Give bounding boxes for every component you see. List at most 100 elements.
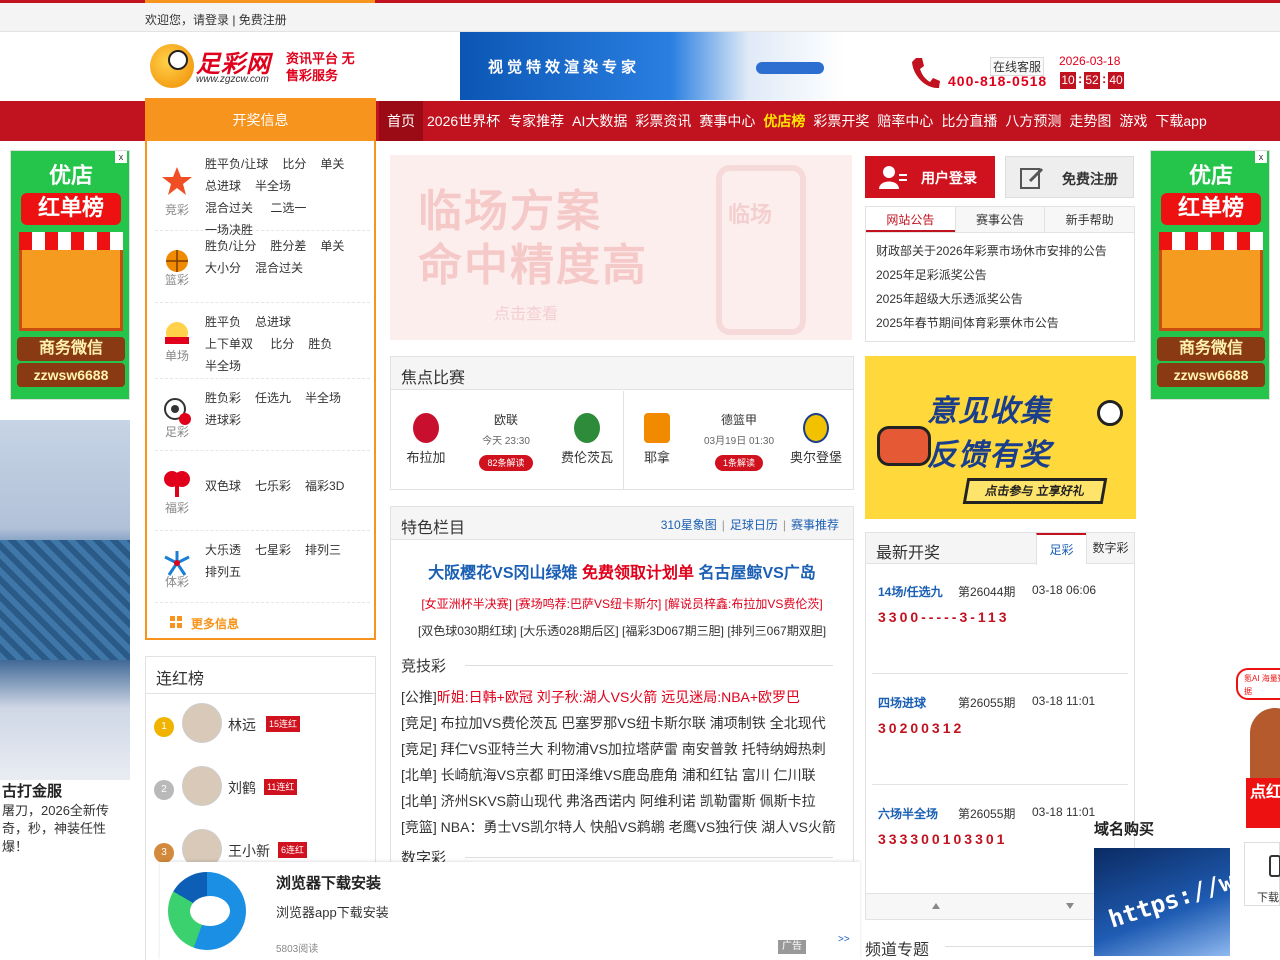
lottery-link[interactable]: 混合过关 [205, 197, 253, 219]
ad-title[interactable]: 浏览器下载安装 [276, 872, 381, 893]
headline-part[interactable]: 大阪樱花VS冈山绿雉 [428, 565, 577, 582]
feature-link-row[interactable]: [双色球030期红球] [大乐透028期后区] [福彩3D067期三胆] [排列… [391, 622, 853, 639]
away-team[interactable]: 费伦茨瓦 [561, 391, 613, 466]
away-team[interactable]: 奥尔登堡 [788, 391, 844, 466]
lottery-link[interactable]: 半全场 [255, 175, 291, 197]
lottery-link[interactable]: 胜平负/让球 [205, 153, 268, 175]
notice-item[interactable]: 2025年春节期间体育彩票休市公告 [876, 311, 1107, 335]
close-icon[interactable]: x [115, 151, 127, 163]
feed-row[interactable]: [竞足] 布拉加VS费伦茨瓦 巴塞罗那VS纽卡斯尔联 浦项制铁 全北现代 [401, 713, 826, 733]
quick-link[interactable]: 310星象图 [661, 518, 717, 532]
nav-download-app[interactable]: 下载app [1151, 101, 1210, 141]
feed-text[interactable]: 长崎航海VS京都 町田泽维VS鹿岛鹿角 浦和红钻 富川 仁川联 [441, 767, 816, 783]
headline-part[interactable]: 名古屋鲸VS广岛 [698, 565, 815, 582]
lottery-link[interactable]: 大乐透 [205, 539, 241, 561]
game-ad-image[interactable] [0, 420, 130, 780]
lottery-link[interactable]: 单关 [320, 153, 344, 175]
browser-download-ad[interactable]: 浏览器下载安装 浏览器app下载安装 5803阅读 广告 >> [160, 862, 860, 960]
lottery-link[interactable]: 七乐彩 [255, 475, 291, 497]
expert-name[interactable]: 王小新 [228, 841, 270, 861]
nav-events[interactable]: 赛事中心 [695, 101, 759, 141]
feed-row[interactable]: [北单] 济州SKVS蔚山现代 弗洛西诺内 阿维利诺 凯勒雷斯 佩斯卡拉 [401, 791, 816, 811]
feature-link-row[interactable]: [女亚洲杯半决赛] [赛场鸣荐:巴萨VS纽卡斯尔] [解说员梓鑫:布拉加VS费伦… [391, 595, 853, 612]
lottery-link[interactable]: 混合过关 [255, 257, 303, 279]
nav-draws[interactable]: 彩票开奖 [809, 101, 873, 141]
avatar[interactable] [182, 766, 222, 806]
feed-row[interactable]: [竞篮] NBA：勇士VS凯尔特人 快船VS鹈鹕 老鹰VS独行侠 湖人VS火箭 [401, 817, 836, 837]
home-team[interactable]: 布拉加 [401, 391, 451, 466]
lottery-info-tab[interactable]: 开奖信息 [145, 98, 376, 141]
lottery-link[interactable]: 二选一 [270, 197, 306, 219]
domain-ad-image[interactable]: https://ww [1094, 848, 1251, 956]
lottery-link[interactable]: 比分 [282, 153, 306, 175]
lottery-link[interactable]: 七星彩 [255, 539, 291, 561]
nav-expert[interactable]: 专家推荐 [504, 101, 568, 141]
tab-site-notice[interactable]: 网站公告 [866, 207, 955, 232]
nav-shop-rank[interactable]: 优店榜 [759, 101, 809, 141]
draw-name[interactable]: 四场进球 [878, 694, 926, 711]
lottery-link[interactable]: 胜负 [308, 333, 332, 355]
headline-part[interactable]: 免费领取计划单 [582, 565, 694, 582]
lottery-link[interactable]: 上下单双 [205, 333, 253, 355]
lottery-link[interactable]: 半全场 [205, 355, 241, 377]
download-float-tab[interactable]: 下载 [1244, 842, 1280, 906]
nav-home[interactable]: 首页 [379, 101, 423, 141]
lottery-link[interactable]: 任选九 [255, 387, 291, 409]
left-side-ad[interactable]: 优店 红单榜 商务微信 zzwsw6688 x [10, 150, 130, 400]
right-side-ad[interactable]: 优店 红单榜 商务微信 zzwsw6688 x [1150, 150, 1270, 400]
lottery-link[interactable]: 总进球 [205, 175, 241, 197]
nav-prediction[interactable]: 八方预测 [1001, 101, 1065, 141]
nav-games[interactable]: 游戏 [1115, 101, 1151, 141]
analysis-button[interactable]: 1条解读 [714, 455, 763, 471]
analysis-button[interactable]: 82条解读 [479, 455, 533, 471]
draw-name[interactable]: 14场/任选九 [878, 583, 943, 600]
lottery-link[interactable]: 胜负/让分 [205, 235, 256, 257]
domain-ad-title[interactable]: 域名购买 [1094, 818, 1154, 839]
feedback-survey-banner[interactable]: 意见收集 反馈有奖 点击参与 立享好礼 [865, 356, 1136, 519]
lottery-link[interactable]: 半全场 [305, 387, 341, 409]
lottery-link[interactable]: 福彩3D [305, 475, 344, 497]
lottery-link[interactable]: 比分 [270, 333, 294, 355]
more-info-link[interactable]: 更多信息 [191, 615, 239, 632]
notice-item[interactable]: 2025年足彩派奖公告 [876, 263, 1107, 287]
hero-promo-banner[interactable]: 临场方案 命中精度高 点击查看 临场 [390, 155, 852, 340]
register-button[interactable]: 免费注册 [1005, 156, 1134, 198]
avatar[interactable] [182, 703, 222, 743]
lottery-link[interactable]: 胜负彩 [205, 387, 241, 409]
close-icon[interactable]: x [1255, 151, 1267, 163]
feed-text[interactable]: 布拉加VS费伦茨瓦 巴塞罗那VS纽卡斯尔联 浦项制铁 全北现代 [441, 715, 826, 731]
arrow-down-icon[interactable] [1066, 903, 1074, 909]
tab-event-notice[interactable]: 赛事公告 [954, 207, 1045, 232]
draw-name[interactable]: 六场半全场 [878, 805, 938, 822]
lottery-link[interactable]: 总进球 [255, 311, 291, 333]
lottery-link[interactable]: 大小分 [205, 257, 241, 279]
lottery-link[interactable]: 排列三 [305, 539, 341, 561]
site-logo[interactable]: 足彩网 www.zgzcw.com 资讯平台 无售彩服务 [150, 42, 355, 92]
tab-football-lottery[interactable]: 足彩 [1036, 533, 1086, 565]
nav-live-score[interactable]: 比分直播 [937, 101, 1001, 141]
more-arrow-icon[interactable]: >> [838, 934, 850, 945]
notice-item[interactable]: 财政部关于2026年彩票市场休市安排的公告 [876, 239, 1107, 263]
nav-world-cup[interactable]: 2026世界杯 [423, 101, 504, 141]
feed-row[interactable]: [北单] 长崎航海VS京都 町田泽维VS鹿岛鹿角 浦和红钻 富川 仁川联 [401, 765, 816, 785]
lottery-link[interactable]: 进球彩 [205, 409, 241, 431]
lottery-link[interactable]: 胜平负 [205, 311, 241, 333]
lottery-link[interactable]: 单关 [320, 235, 344, 257]
nav-trend[interactable]: 走势图 [1065, 101, 1115, 141]
expert-name[interactable]: 林远 [228, 715, 256, 735]
nav-ai-data[interactable]: AI大数据 [568, 101, 631, 141]
online-service-button[interactable]: 在线客服 [990, 57, 1045, 76]
feed-text[interactable]: 济州SKVS蔚山现代 弗洛西诺内 阿维利诺 凯勒雷斯 佩斯卡拉 [441, 793, 816, 809]
feed-row[interactable]: [竞足] 拜仁VS亚特兰大 利物浦VS加拉塔萨雷 南安普敦 托特纳姆热刺 [401, 739, 826, 759]
lottery-link[interactable]: 排列五 [205, 561, 241, 583]
nav-news[interactable]: 彩票资讯 [631, 101, 695, 141]
login-register-links[interactable]: 欢迎您，请登录 | 免费注册 [145, 11, 287, 28]
cartoon-float-ad[interactable]: 氪AI 海量数据 点红 [1232, 668, 1280, 828]
nav-odds[interactable]: 赔率中心 [873, 101, 937, 141]
header-banner-ad[interactable]: 视觉特效渲染专家 [460, 32, 844, 100]
feed-text[interactable]: NBA：勇士VS凯尔特人 快船VS鹈鹕 老鹰VS独行侠 湖人VS火箭 [441, 819, 836, 835]
game-ad-title[interactable]: 古打金服 [2, 780, 62, 801]
focus-match-card[interactable]: 耶拿 德篮甲 03月19日 01:30 1条解读 奥尔登堡 [624, 391, 854, 489]
quick-link[interactable]: 赛事推荐 [791, 518, 839, 532]
notice-item[interactable]: 2025年超级大乐透派奖公告 [876, 287, 1107, 311]
